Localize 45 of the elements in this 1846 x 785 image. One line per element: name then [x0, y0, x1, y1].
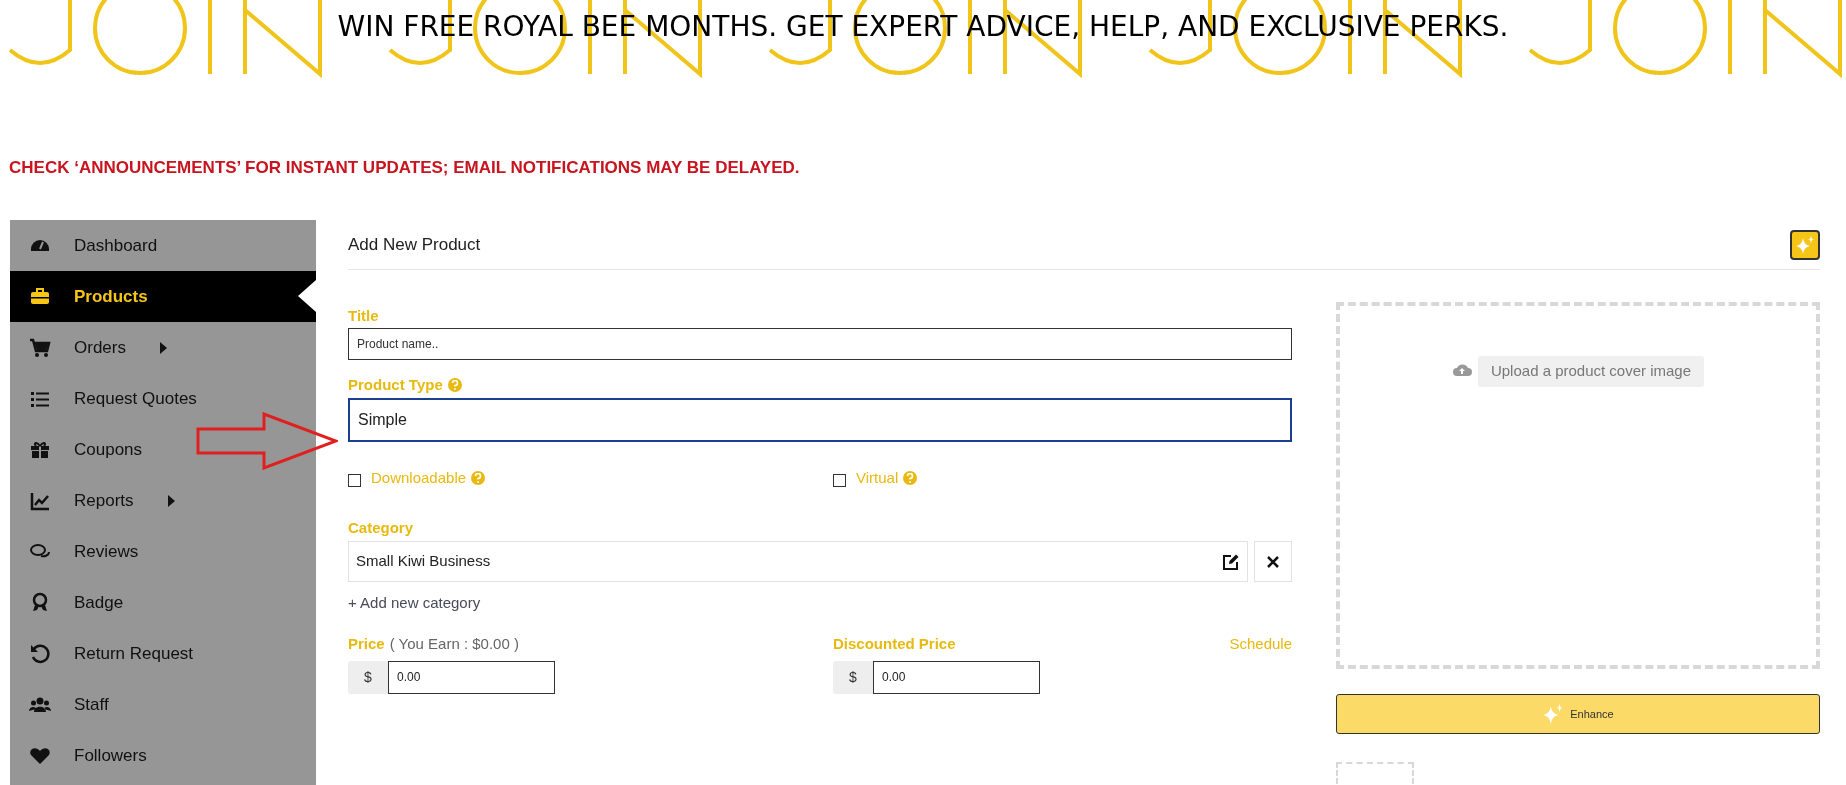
sidebar-item[interactable]: Coupons [10, 424, 316, 475]
help-icon [903, 471, 918, 485]
field-label: Category [348, 517, 414, 538]
checkbox[interactable] [348, 473, 361, 487]
field-label: Price [348, 634, 385, 655]
sparkle-icon [1795, 234, 1815, 255]
help-icon [471, 471, 486, 485]
add-category-link[interactable]: + Add new category [348, 592, 481, 615]
edit-icon[interactable] [1222, 552, 1240, 571]
notch-icon [298, 280, 316, 312]
cart-icon [28, 336, 52, 359]
upload-button[interactable]: Upload a product cover image [1477, 356, 1705, 387]
checkbox[interactable] [833, 473, 846, 487]
cloud-upload-icon [1451, 362, 1472, 378]
price-input[interactable]: 0.00 [873, 660, 1040, 694]
earnings-note: ( You Earn : $0.00 ) [389, 634, 519, 655]
sparkle-icon [1542, 703, 1565, 725]
enhance-button[interactable]: Enhance [1336, 694, 1820, 734]
sidebar-item[interactable]: Badge [10, 577, 316, 628]
sidebar-item[interactable]: Orders [10, 322, 316, 373]
sidebar-item[interactable]: Request Quotes [10, 373, 316, 424]
undo-icon [28, 642, 52, 665]
sidebar-item[interactable]: Followers [10, 730, 316, 781]
announcement-notice: CHECK ‘ANNOUNCEMENTS’ FOR INSTANT UPDATES; EMAIL NOTIFICATIONS MAY BE DELAYED. [9, 158, 800, 177]
sidebar-item[interactable]: Return Request [10, 628, 316, 679]
title-input[interactable]: Product name.. [348, 328, 1292, 360]
remove-button[interactable] [1254, 541, 1292, 582]
sidebar-item[interactable]: Dashboard [10, 220, 316, 271]
sidebar-item[interactable]: Products [10, 271, 316, 322]
sidebar-item[interactable]: Staff [10, 679, 316, 730]
arrow-icon [196, 412, 338, 470]
category-field[interactable]: Small Kiwi Business [348, 541, 1248, 582]
sparkle-button[interactable] [1790, 229, 1820, 260]
product-type-select[interactable]: Simple [348, 398, 1292, 442]
close-icon [1267, 555, 1279, 568]
field-label: Discounted Price [833, 634, 956, 655]
field-label: Title [348, 305, 379, 326]
field-label: Product Type [348, 374, 443, 395]
sidebar-item[interactable]: Reports [10, 475, 316, 526]
currency-addon: $ [348, 660, 388, 694]
price-input[interactable]: 0.00 [388, 660, 555, 694]
help-icon [447, 378, 462, 392]
sidebar-item[interactable]: Reviews [10, 526, 316, 577]
currency-addon: $ [833, 660, 873, 694]
page-title: Add New Product [348, 233, 481, 256]
